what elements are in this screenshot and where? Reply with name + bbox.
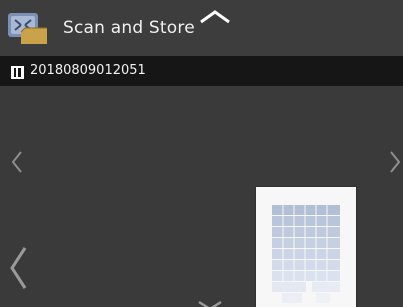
previous-page-button[interactable] <box>8 245 28 291</box>
header-bar: Scan and Store <box>0 0 403 56</box>
document-thumbnail[interactable] <box>256 187 356 307</box>
chevron-left-icon <box>11 151 22 173</box>
chevron-left-icon <box>10 247 27 289</box>
file-name-bar: 20180809012051 <box>0 56 403 86</box>
document-icon <box>11 64 24 79</box>
thumbnail-content <box>272 205 340 303</box>
chevron-down-icon[interactable] <box>196 296 224 307</box>
chevron-up-icon[interactable] <box>198 9 232 25</box>
next-button[interactable] <box>389 150 401 174</box>
previous-button[interactable] <box>11 150 23 174</box>
file-name: 20180809012051 <box>30 63 146 78</box>
chevron-right-icon <box>390 151 401 173</box>
scan-and-store-icon[interactable] <box>7 10 49 48</box>
page-title: Scan and Store <box>63 18 195 38</box>
scan-and-store-screen: Scan and Store 20180809012051 <box>0 0 403 307</box>
